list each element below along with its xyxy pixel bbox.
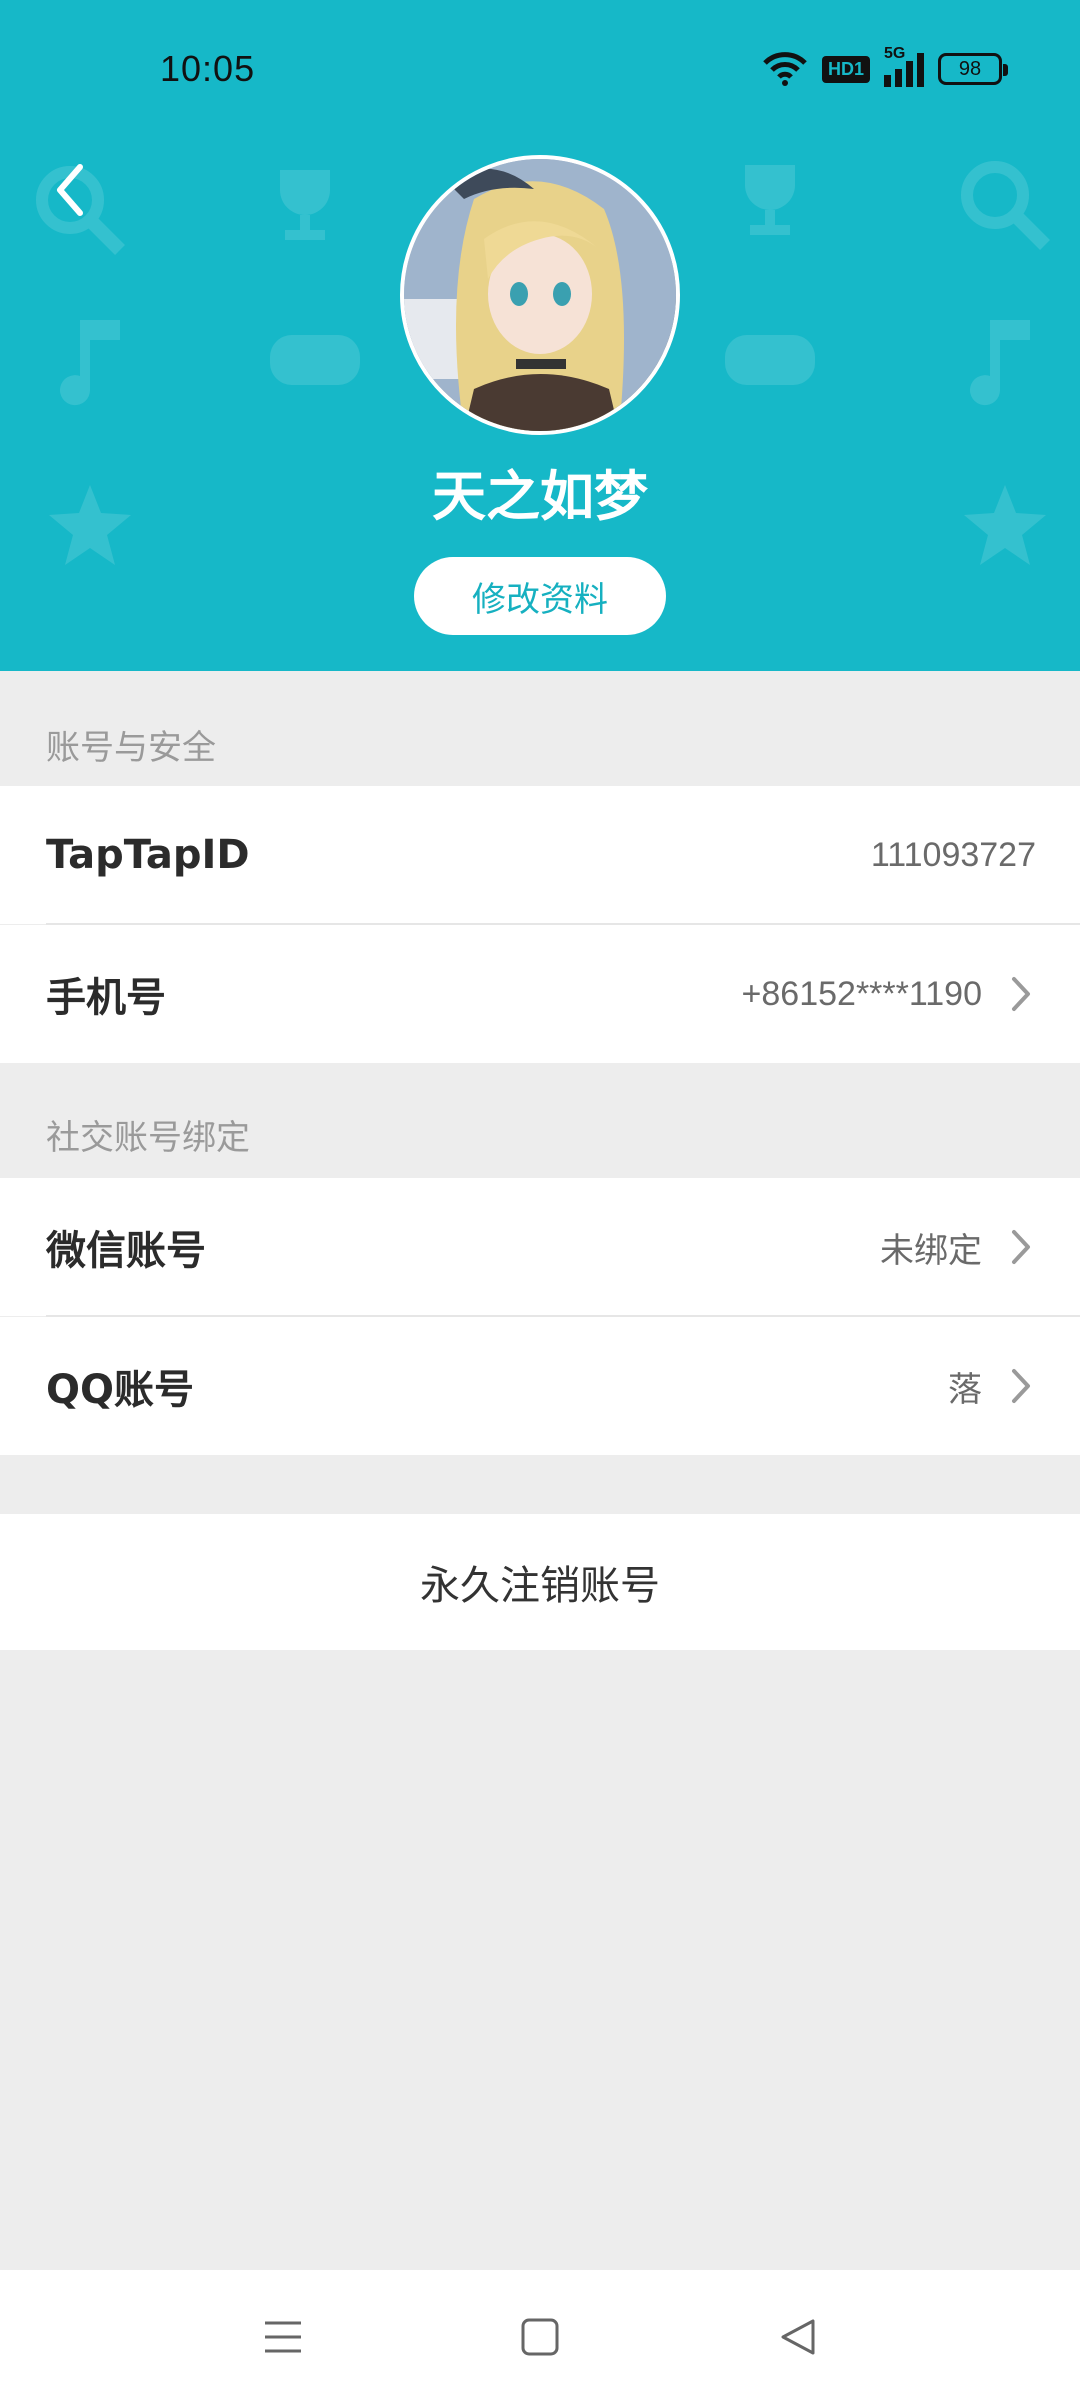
clock: 10:05: [160, 48, 256, 89]
signal-icon: 5G: [884, 45, 924, 87]
hd-badge: HD1: [821, 55, 870, 83]
row-label: 微信账号: [46, 1228, 206, 1274]
username: 天之如梦: [432, 465, 648, 528]
avatar-image: [404, 159, 676, 431]
trophy-icon: [280, 170, 330, 240]
gamepad-icon: [725, 335, 815, 385]
back-button[interactable]: [40, 160, 100, 220]
row-value: +86152****1190: [741, 974, 982, 1013]
row-label: QQ账号: [46, 1367, 195, 1413]
music-note-icon: [970, 320, 1030, 406]
chevron-right-icon: [1006, 1366, 1036, 1406]
back-triangle-icon: [781, 2319, 815, 2355]
row-qq-account[interactable]: QQ账号 落: [0, 1317, 1080, 1455]
status-bar: 10:05 HD1 5G 98: [0, 0, 1080, 140]
nav-back-button[interactable]: [763, 2302, 833, 2372]
wifi-icon: [763, 52, 807, 86]
chevron-right-icon: [1006, 1227, 1036, 1267]
row-label: 手机号: [46, 975, 166, 1021]
trophy-icon: [745, 165, 795, 235]
menu-icon: [265, 2321, 301, 2353]
battery-level: 98: [958, 57, 982, 80]
status-icons: HD1 5G 98: [762, 45, 1008, 90]
delete-account-button[interactable]: 永久注销账号: [0, 1514, 1080, 1650]
row-phone-number[interactable]: 手机号 +86152****1190: [0, 925, 1080, 1063]
section-title-social-binding: 社交账号绑定: [46, 1118, 250, 1158]
row-value: 落: [948, 1370, 982, 1409]
music-note-icon: [60, 320, 120, 406]
row-label: TapTapID: [46, 832, 250, 878]
back-arrow-icon: [57, 164, 83, 216]
battery-icon: 98: [938, 53, 1008, 85]
magnifier-icon: [961, 161, 1050, 250]
row-value: 111093727: [870, 835, 1036, 874]
nav-home-button[interactable]: [505, 2302, 575, 2372]
row-wechat-account[interactable]: 微信账号 未绑定: [0, 1178, 1080, 1316]
row-value: 未绑定: [880, 1231, 982, 1270]
row-taptap-id[interactable]: TapTapID 111093727: [0, 786, 1080, 924]
edit-profile-button[interactable]: 修改资料: [414, 557, 666, 635]
gamepad-icon: [270, 335, 360, 385]
profile-header: 10:05 HD1 5G 98 天之如梦 修改资料: [0, 0, 1080, 671]
avatar[interactable]: [400, 155, 680, 435]
home-square-icon: [521, 2318, 559, 2356]
section-title-account-security: 账号与安全: [46, 728, 216, 768]
nav-menu-button[interactable]: [248, 2302, 318, 2372]
chevron-right-icon: [1006, 974, 1036, 1014]
system-nav-bar: [0, 2270, 1080, 2400]
